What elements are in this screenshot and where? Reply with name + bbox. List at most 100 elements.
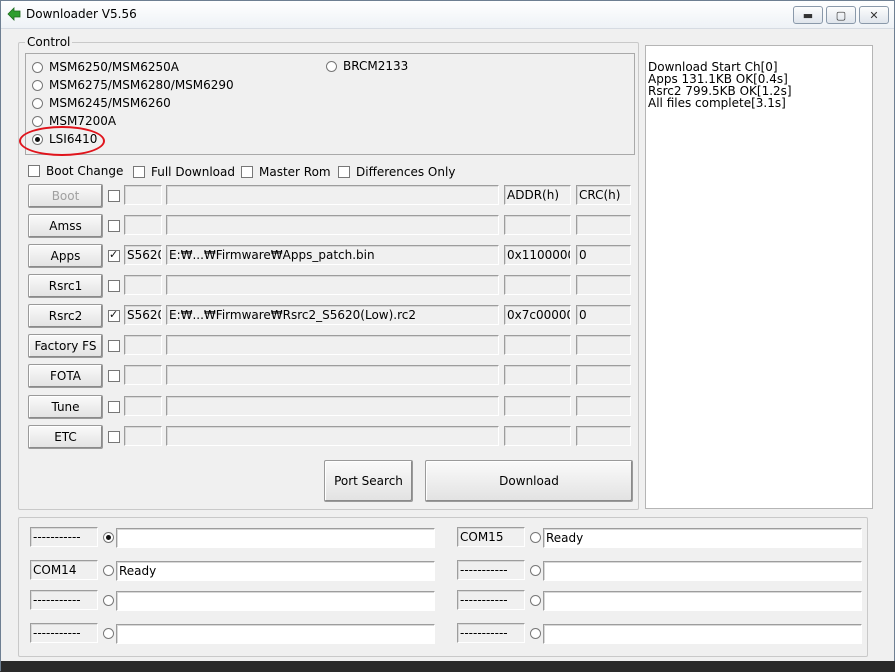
checkbox-box[interactable] <box>28 165 40 177</box>
port-name-field: ----------- <box>457 623 525 643</box>
port-status-field <box>116 591 435 611</box>
radio-dot[interactable] <box>326 60 337 72</box>
rsrc2-enable-checkbox[interactable] <box>108 308 120 322</box>
tune-path-field[interactable] <box>166 396 499 416</box>
checkbox-label: Full Download <box>151 165 235 179</box>
amss-addr-field[interactable] <box>504 215 571 235</box>
rsrc2-model-field[interactable]: S5620 <box>124 305 162 325</box>
chip-radio-brcm2133[interactable]: BRCM2133 <box>326 59 408 73</box>
amss-model-field[interactable] <box>124 215 162 235</box>
port-status-field <box>543 591 862 611</box>
fota-crc-field[interactable] <box>576 365 631 385</box>
factory-fs-addr-field[interactable] <box>504 335 571 355</box>
boot-change-checkbox[interactable]: Boot Change <box>28 164 123 178</box>
tune-addr-field[interactable] <box>504 396 571 416</box>
chip-label: MSM6250/MSM6250A <box>49 60 179 74</box>
rsrc1-button[interactable]: Rsrc1 <box>28 274 103 298</box>
radio-dot[interactable] <box>32 79 43 91</box>
boot-enable-checkbox[interactable] <box>108 190 120 202</box>
port-select-radio[interactable] <box>530 628 541 639</box>
download-button[interactable]: Download <box>425 460 633 502</box>
amss-enable-checkbox[interactable] <box>108 220 120 232</box>
tune-crc-field[interactable] <box>576 396 631 416</box>
chip-radio-msm6250[interactable]: MSM6250/MSM6250A <box>32 60 179 74</box>
addr-header: ADDR(h) <box>504 185 571 205</box>
port-select-radio[interactable] <box>103 532 114 543</box>
amss-button[interactable]: Amss <box>28 214 103 238</box>
port-select-radio[interactable] <box>103 595 114 606</box>
factory-fs-crc-field[interactable] <box>576 335 631 355</box>
apps-addr-field[interactable]: 0x1100000 <box>504 245 571 265</box>
minimize-button[interactable]: ▬ <box>793 6 823 24</box>
apps-path-field[interactable]: E:₩...₩Firmware₩Apps_patch.bin <box>166 245 499 265</box>
radio-dot[interactable] <box>32 97 43 109</box>
apps-enable-checkbox[interactable] <box>108 248 120 262</box>
port-select-radio[interactable] <box>530 532 541 543</box>
radio-dot[interactable] <box>32 115 43 127</box>
log-output[interactable]: Download Start Ch[0] Apps 131.1KB OK[0.4… <box>645 45 873 509</box>
title-bar[interactable]: Downloader V5.56 ▬ ▢ ✕ <box>1 1 894 29</box>
port-select-radio[interactable] <box>103 628 114 639</box>
tune-model-field[interactable] <box>124 396 162 416</box>
master-rom-checkbox[interactable]: Master Rom <box>241 165 331 179</box>
fota-enable-checkbox[interactable] <box>108 370 120 382</box>
amss-crc-field[interactable] <box>576 215 631 235</box>
port-select-radio[interactable] <box>530 595 541 606</box>
rsrc1-crc-field[interactable] <box>576 275 631 295</box>
fota-addr-field[interactable] <box>504 365 571 385</box>
maximize-button[interactable]: ▢ <box>826 6 856 24</box>
port-status-field: Ready <box>116 561 435 581</box>
checkbox-box[interactable] <box>338 166 350 178</box>
boot-path-field[interactable] <box>166 185 499 205</box>
apps-model-field[interactable]: S5620 <box>124 245 162 265</box>
factory-fs-model-field[interactable] <box>124 335 162 355</box>
etc-addr-field[interactable] <box>504 426 571 446</box>
boot-model-field[interactable] <box>124 185 162 205</box>
rsrc2-crc-field[interactable]: 0 <box>576 305 631 325</box>
control-legend: Control <box>25 35 73 49</box>
etc-enable-checkbox[interactable] <box>108 431 120 443</box>
apps-crc-field[interactable]: 0 <box>576 245 631 265</box>
port-status-field <box>116 624 435 644</box>
rsrc2-path-field[interactable]: E:₩...₩Firmware₩Rsrc2_S5620(Low).rc2 <box>166 305 499 325</box>
boot-button[interactable]: Boot <box>28 184 103 208</box>
rsrc2-button[interactable]: Rsrc2 <box>28 304 103 328</box>
tune-enable-checkbox[interactable] <box>108 401 120 413</box>
rsrc2-addr-field[interactable]: 0x7c00000 <box>504 305 571 325</box>
apps-button[interactable]: Apps <box>28 244 103 268</box>
etc-path-field[interactable] <box>166 426 499 446</box>
radio-dot[interactable] <box>32 61 43 73</box>
checkbox-label: Differences Only <box>356 165 456 179</box>
fota-model-field[interactable] <box>124 365 162 385</box>
factory-fs-enable-checkbox[interactable] <box>108 340 120 352</box>
chip-radio-msm6245[interactable]: MSM6245/MSM6260 <box>32 96 171 110</box>
differences-only-checkbox[interactable]: Differences Only <box>338 165 455 179</box>
factory-fs-button[interactable]: Factory FS <box>28 334 103 358</box>
etc-button[interactable]: ETC <box>28 425 103 449</box>
factory-fs-path-field[interactable] <box>166 335 499 355</box>
port-name-field: ----------- <box>30 623 98 643</box>
fota-path-field[interactable] <box>166 365 499 385</box>
rsrc1-model-field[interactable] <box>124 275 162 295</box>
rsrc1-enable-checkbox[interactable] <box>108 280 120 292</box>
checkbox-box[interactable] <box>241 166 253 178</box>
etc-crc-field[interactable] <box>576 426 631 446</box>
amss-path-field[interactable] <box>166 215 499 235</box>
full-download-checkbox[interactable]: Full Download <box>133 165 235 179</box>
port-name-field: ----------- <box>457 590 525 610</box>
port-status-field <box>116 528 435 548</box>
green-arrow-icon <box>7 7 21 21</box>
checkbox-box[interactable] <box>133 166 145 178</box>
tune-button[interactable]: Tune <box>28 395 103 419</box>
port-name-field: COM15 <box>457 527 525 547</box>
fota-button[interactable]: FOTA <box>28 364 103 388</box>
rsrc1-addr-field[interactable] <box>504 275 571 295</box>
close-button[interactable]: ✕ <box>859 6 889 24</box>
port-select-radio[interactable] <box>530 565 541 576</box>
chip-radio-msm6275[interactable]: MSM6275/MSM6280/MSM6290 <box>32 78 234 92</box>
port-status-field: Ready <box>543 528 862 548</box>
rsrc1-path-field[interactable] <box>166 275 499 295</box>
port-select-radio[interactable] <box>103 565 114 576</box>
port-search-button[interactable]: Port Search <box>324 460 413 502</box>
etc-model-field[interactable] <box>124 426 162 446</box>
